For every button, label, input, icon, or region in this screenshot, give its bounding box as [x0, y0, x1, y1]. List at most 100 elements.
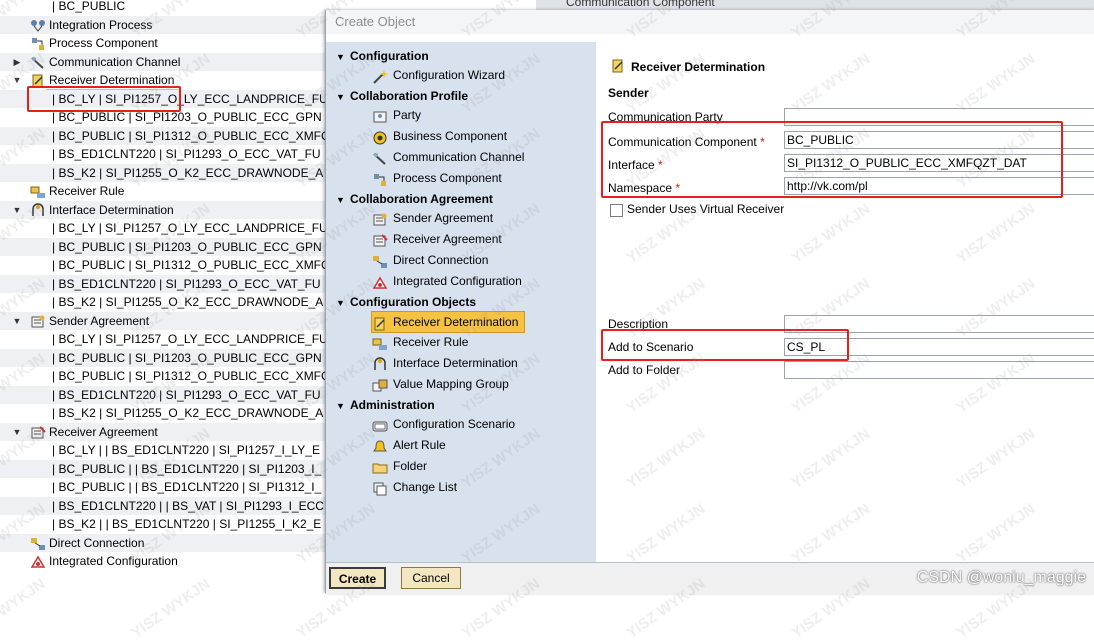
nav-group-header[interactable]: ▼ Collaboration Agreement [336, 190, 493, 208]
nav-item-label: Integrated Configuration [393, 274, 522, 288]
nav-item[interactable]: Integrated Configuration [372, 271, 522, 291]
nav-item[interactable]: Communication Channel [372, 147, 524, 167]
sender-uses-virtual-receiver-checkbox[interactable] [610, 204, 623, 217]
nav-group-header[interactable]: ▼ Configuration [336, 47, 429, 65]
nav-item-label: Alert Rule [393, 438, 446, 452]
tree-node-label: Process Component [49, 36, 158, 50]
tree-child-item[interactable]: | BS_K2 | SI_PI1255_O_K2_ECC_DRAWNODE_A [0, 164, 326, 182]
nav-item[interactable]: Business Component [372, 126, 507, 146]
nav-item[interactable]: Sender Agreement [372, 208, 493, 228]
nav-item[interactable]: Process Component [372, 168, 502, 188]
nav-group-label: Administration [350, 398, 435, 412]
cancel-button[interactable]: Cancel [401, 567, 461, 589]
receiver-determination-icon [30, 73, 44, 88]
tree-child-item[interactable]: | BC_PUBLIC | SI_PI1203_O_PUBLIC_ECC_GPN [0, 349, 326, 367]
value-mapping-icon [372, 378, 388, 392]
tree-child-item[interactable]: | BC_PUBLIC | SI_PI1203_O_PUBLIC_ECC_GPN [0, 238, 326, 256]
interface-determination-icon [372, 357, 388, 371]
tree-child-label: | BC_PUBLIC | | BS_ED1CLNT220 | SI_PI120… [52, 462, 322, 476]
background-tab-label[interactable]: Communication Component [566, 0, 715, 9]
tree-child-item[interactable]: | BC_PUBLIC | | BS_ED1CLNT220 | SI_PI120… [0, 460, 326, 478]
tree-child-label: | BS_K2 | SI_PI1255_O_K2_ECC_DRAWNODE_A [52, 295, 324, 309]
sender-agreement-icon [372, 212, 388, 226]
tree-child-item[interactable]: | BS_ED1CLNT220 | SI_PI1293_O_ECC_VAT_FU [0, 275, 326, 293]
tree-node-label: Communication Channel [49, 55, 181, 69]
receiver-agreement-icon [372, 233, 388, 247]
nav-item[interactable]: Alert Rule [372, 435, 446, 455]
process-component-icon [372, 172, 388, 186]
tree-child-label: | BS_ED1CLNT220 | SI_PI1293_O_ECC_VAT_FU [52, 147, 321, 161]
collapse-icon[interactable]: ▼ [336, 294, 350, 312]
tree-child-label: | BC_LY | SI_PI1257_O_LY_ECC_LANDPRICE_F… [52, 332, 326, 346]
change-list-icon [372, 481, 388, 496]
nav-group-header[interactable]: ▼ Administration [336, 396, 435, 414]
collapse-icon[interactable]: ▼ [336, 48, 350, 66]
nav-item-label: Interface Determination [393, 356, 518, 370]
tree-node[interactable]: ▶ Communication Channel [0, 53, 326, 71]
configuration-scenario-icon [372, 418, 388, 432]
nav-group-label: Configuration [350, 49, 429, 63]
tree-node-label: Receiver Rule [49, 184, 125, 198]
tree-node-label: Integrated Configuration [49, 554, 178, 568]
tree-node-label: Interface Determination [49, 203, 174, 217]
nav-item[interactable]: Receiver Agreement [372, 229, 502, 249]
create-button[interactable]: Create [329, 567, 386, 589]
tree-child-label: | BS_K2 | SI_PI1255_O_K2_ECC_DRAWNODE_A [52, 166, 324, 180]
tree-node[interactable]: ▼ Interface Determination [0, 201, 326, 219]
nav-group-header[interactable]: ▼ Collaboration Profile [336, 87, 468, 105]
nav-item[interactable]: Configuration Scenario [372, 414, 515, 434]
nav-item-label: Receiver Rule [393, 335, 469, 349]
nav-item-label: Configuration Scenario [393, 417, 516, 431]
nav-group-label: Collaboration Agreement [350, 192, 493, 206]
nav-item[interactable]: Receiver Rule [372, 332, 468, 352]
alert-rule-icon [372, 439, 388, 453]
collapse-icon[interactable]: ▼ [336, 88, 350, 106]
nav-item[interactable]: Folder [372, 456, 427, 476]
add-to-folder-label: Add to Folder [608, 363, 681, 377]
tree-node[interactable]: ▼ Receiver Agreement [0, 423, 326, 441]
collapse-icon[interactable]: ▼ [336, 397, 350, 415]
tree-node[interactable]: Integration Process [0, 16, 326, 34]
expand-down-icon[interactable]: ▼ [12, 312, 22, 330]
nav-item[interactable]: Party [372, 105, 421, 125]
expand-right-icon[interactable]: ▶ [12, 53, 22, 71]
nav-item-label: Direct Connection [393, 253, 489, 267]
nav-item[interactable]: Interface Determination [372, 353, 518, 373]
tree-child-label: | BC_PUBLIC | SI_PI1312_O_PUBLIC_ECC_XMF… [52, 129, 326, 143]
expand-down-icon[interactable]: ▼ [12, 71, 22, 89]
nav-item-label: Configuration Wizard [393, 68, 506, 82]
dialog-title: Create Object [326, 10, 1094, 34]
tree-child-label: | BS_ED1CLNT220 | | BS_VAT | SI_PI1293_I… [52, 499, 324, 513]
csdn-watermark: CSDN @woniu_maggie [916, 569, 1086, 586]
tree-child-item[interactable]: | BS_ED1CLNT220 | SI_PI1293_O_ECC_VAT_FU [0, 386, 326, 404]
add-to-folder-input[interactable] [784, 361, 1094, 379]
highlight-box-tree-selection [27, 86, 181, 112]
tree-node[interactable]: ▼ Sender Agreement [0, 312, 326, 330]
nav-item[interactable]: Change List [372, 477, 457, 497]
nav-item-label: Value Mapping Group [393, 377, 509, 391]
form-heading: Receiver Determination [631, 60, 766, 74]
tree-node-label: Receiver Agreement [49, 425, 158, 439]
tree-child-item[interactable]: | BS_ED1CLNT220 | | BS_VAT | SI_PI1293_I… [0, 497, 326, 515]
nav-item[interactable]: Configuration Wizard [372, 65, 505, 85]
nav-item[interactable]: Direct Connection [372, 250, 488, 270]
nav-group-header[interactable]: ▼ Configuration Objects [336, 293, 476, 311]
integration-process-icon [30, 18, 45, 32]
nav-item[interactable]: Receiver Determination [371, 311, 526, 333]
nav-item[interactable]: Value Mapping Group [372, 374, 509, 394]
folder-icon [372, 460, 388, 474]
tree-node-label: Integration Process [49, 18, 153, 32]
tree-child-label: | BC_LY | SI_PI1257_O_LY_ECC_LANDPRICE_F… [52, 221, 326, 235]
party-icon [372, 109, 388, 123]
tree-child-label: | BC_PUBLIC | SI_PI1312_O_PUBLIC_ECC_XMF… [52, 369, 326, 383]
sender-uses-virtual-receiver-label: Sender Uses Virtual Receiver [627, 202, 785, 216]
tree-node[interactable]: Direct Connection [0, 534, 326, 552]
integrated-configuration-icon [372, 275, 388, 289]
tree-child-label: | BC_PUBLIC | SI_PI1203_O_PUBLIC_ECC_GPN [52, 240, 322, 254]
object-type-navigation: ▼ Configuration Configuration Wizard ▼ Colla… [326, 42, 596, 562]
expand-down-icon[interactable]: ▼ [12, 201, 22, 219]
collapse-icon[interactable]: ▼ [336, 191, 350, 209]
nav-item-label: Receiver Agreement [393, 232, 502, 246]
expand-down-icon[interactable]: ▼ [12, 423, 22, 441]
tree-child-item[interactable]: | BC_PUBLIC | SI_PI1312_O_PUBLIC_ECC_XMF… [0, 127, 326, 145]
